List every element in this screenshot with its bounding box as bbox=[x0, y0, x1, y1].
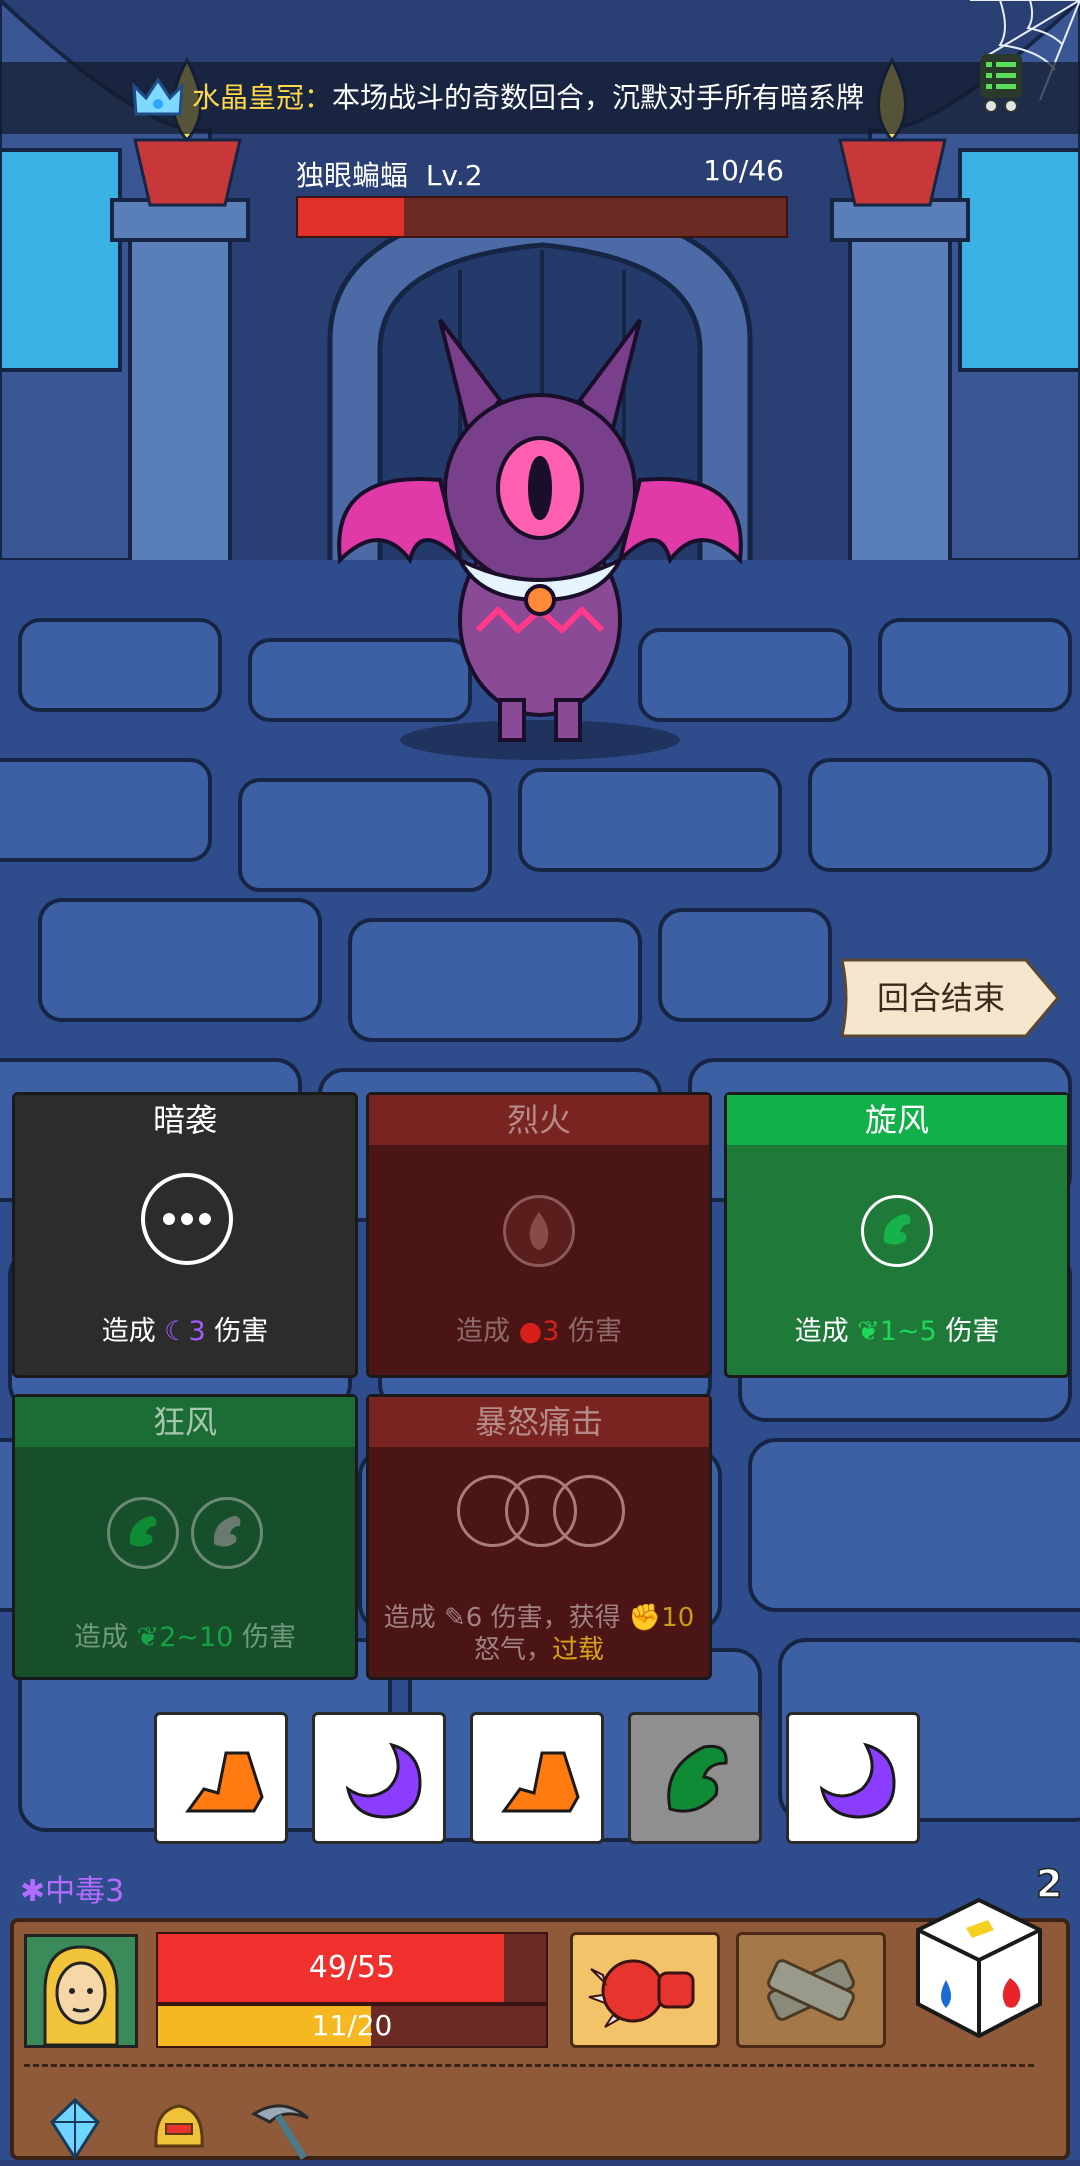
player-hp-bar: 49/55 bbox=[156, 1932, 548, 2004]
dark-moon-icon bbox=[345, 1742, 422, 1819]
card-title: 狂风 bbox=[15, 1397, 355, 1447]
fire-icon bbox=[529, 1212, 549, 1250]
relic-golden-helmet[interactable] bbox=[146, 2096, 212, 2162]
relic-crystal[interactable] bbox=[42, 2096, 108, 2162]
pickaxe-icon bbox=[250, 2104, 309, 2160]
die-dark-2[interactable] bbox=[786, 1712, 920, 1844]
player-rage-text: 11/20 bbox=[311, 2009, 393, 2042]
skill-bandage[interactable] bbox=[736, 1932, 886, 2048]
wind-leaf-icon bbox=[667, 1744, 728, 1813]
card-description: 造成 ☾3 伤害 bbox=[15, 1309, 355, 1348]
d6-element-dice-icon bbox=[916, 1897, 1042, 2039]
earth-rock-icon bbox=[185, 1751, 264, 1813]
die-dark-1[interactable] bbox=[312, 1712, 446, 1844]
overload-keyword: 过载 bbox=[552, 1635, 605, 1665]
relic-description: 本场战斗的奇数回合，沉默对手所有暗系牌 bbox=[332, 81, 865, 114]
enemy-hp-fill bbox=[298, 198, 404, 236]
desc-value: 2~10 bbox=[159, 1622, 234, 1653]
card-title: 旋风 bbox=[727, 1095, 1067, 1145]
player-avatar[interactable] bbox=[24, 1934, 138, 2048]
poison-status[interactable]: ✱中毒3 bbox=[20, 1866, 124, 1910]
wind-leaf-icon bbox=[213, 1516, 241, 1547]
golden-helmet-icon bbox=[154, 2104, 204, 2148]
relic-effect-banner: 水晶皇冠：本场战斗的奇数回合，沉默对手所有暗系牌 bbox=[0, 62, 1080, 134]
end-turn-button[interactable]: 回合结束 bbox=[836, 956, 1062, 1040]
desc-suffix: 伤害 bbox=[214, 1316, 269, 1347]
dice-slot-3[interactable] bbox=[553, 1475, 625, 1547]
poison-label: 中毒3 bbox=[45, 1874, 125, 1909]
dice-slot[interactable] bbox=[141, 1173, 233, 1265]
ellipsis-icon bbox=[163, 1213, 211, 1225]
hero-portrait-icon bbox=[27, 1937, 135, 2045]
card-description: 造成 ❦1~5 伤害 bbox=[727, 1309, 1067, 1348]
desc-suffix: 伤害 bbox=[241, 1622, 296, 1653]
card-description: 造成 ❦2~10 伤害 bbox=[15, 1615, 355, 1654]
die-wind-used[interactable] bbox=[628, 1712, 762, 1844]
desc-value: 3 bbox=[188, 1316, 206, 1347]
desc-value: 3 bbox=[542, 1316, 560, 1347]
enemy-hp-text: 10/46 bbox=[703, 154, 784, 187]
enemy-name: 独眼蝙蝠 Lv.2 bbox=[296, 154, 483, 194]
card-whirlwind[interactable]: 旋风 造成 ❦1~5 伤害 bbox=[724, 1092, 1070, 1378]
relic-effect-text: 水晶皇冠：本场战斗的奇数回合，沉默对手所有暗系牌 bbox=[192, 76, 864, 116]
earth-rock-icon bbox=[501, 1751, 580, 1813]
end-turn-label: 回合结束 bbox=[876, 979, 1005, 1017]
skill-spiked-fist[interactable] bbox=[570, 1932, 720, 2048]
desc-prefix: 造成 bbox=[794, 1316, 849, 1347]
poison-icon: ✱ bbox=[20, 1874, 46, 1909]
fire-drop-icon: ● bbox=[518, 1316, 543, 1347]
player-hp-text: 49/55 bbox=[308, 1950, 396, 1985]
wind-leaf-icon bbox=[883, 1214, 911, 1245]
wind-leaf-icon bbox=[129, 1516, 157, 1547]
crystal-icon bbox=[50, 2097, 100, 2161]
dice-slot[interactable] bbox=[503, 1195, 575, 1267]
desc-suffix: 伤害 bbox=[567, 1316, 622, 1347]
card-title: 暗袭 bbox=[152, 1101, 217, 1139]
die-earth-2[interactable] bbox=[470, 1712, 604, 1844]
card-furious-strike[interactable]: 暴怒痛击 造成 ✎6 伤害，获得 ✊10 怒气，过载 bbox=[366, 1394, 712, 1680]
relic-name: 水晶皇冠： bbox=[192, 81, 333, 114]
panel-divider bbox=[24, 2064, 1034, 2067]
desc-value: 1~5 bbox=[879, 1316, 937, 1347]
menu-list-icon bbox=[980, 54, 1022, 113]
die-earth-1[interactable] bbox=[154, 1712, 288, 1844]
desc-suffix: 伤害 bbox=[945, 1316, 1000, 1347]
card-title: 暴怒痛击 bbox=[369, 1397, 709, 1447]
dice-slot[interactable] bbox=[861, 1195, 933, 1267]
wind-leaf-small-icon: ❦ bbox=[136, 1622, 160, 1653]
card-blaze[interactable]: 烈火 造成 ●3 伤害 bbox=[366, 1092, 712, 1378]
relic-pickaxe[interactable] bbox=[248, 2096, 314, 2162]
card-ambush[interactable]: 暗袭 造成 ☾3 伤害 bbox=[12, 1092, 358, 1378]
card-title: 烈火 bbox=[369, 1095, 709, 1145]
dice-slot-2[interactable] bbox=[191, 1497, 263, 1569]
enemy-name-text: 独眼蝙蝠 bbox=[296, 159, 409, 192]
player-rage-bar: 11/20 bbox=[156, 2004, 548, 2048]
wind-leaf-small-icon: ❦ bbox=[857, 1316, 880, 1347]
enemy-level: Lv.2 bbox=[425, 159, 483, 192]
dark-moon-icon bbox=[819, 1742, 896, 1819]
dice-slot-1[interactable] bbox=[107, 1497, 179, 1569]
desc-prefix: 造成 bbox=[101, 1316, 156, 1347]
spiked-fist-icon bbox=[588, 1959, 695, 2028]
bandage-icon bbox=[767, 1959, 855, 2021]
card-description-line2: 怒气，过载 bbox=[369, 1629, 709, 1666]
enemy-hp-bar bbox=[296, 196, 788, 238]
desc-prefix: 造成 bbox=[74, 1622, 128, 1653]
crown-icon bbox=[132, 77, 184, 116]
dark-moon-icon: ☾ bbox=[164, 1316, 189, 1347]
roll-dice-button[interactable] bbox=[910, 1894, 1048, 2042]
card-description: 造成 ●3 伤害 bbox=[369, 1309, 709, 1348]
menu-button[interactable] bbox=[976, 52, 1026, 114]
desc-prefix: 造成 bbox=[456, 1316, 511, 1347]
card-gale[interactable]: 狂风 造成 ❦2~10 伤害 bbox=[12, 1394, 358, 1680]
desc-line2: 怒气， bbox=[473, 1635, 552, 1665]
